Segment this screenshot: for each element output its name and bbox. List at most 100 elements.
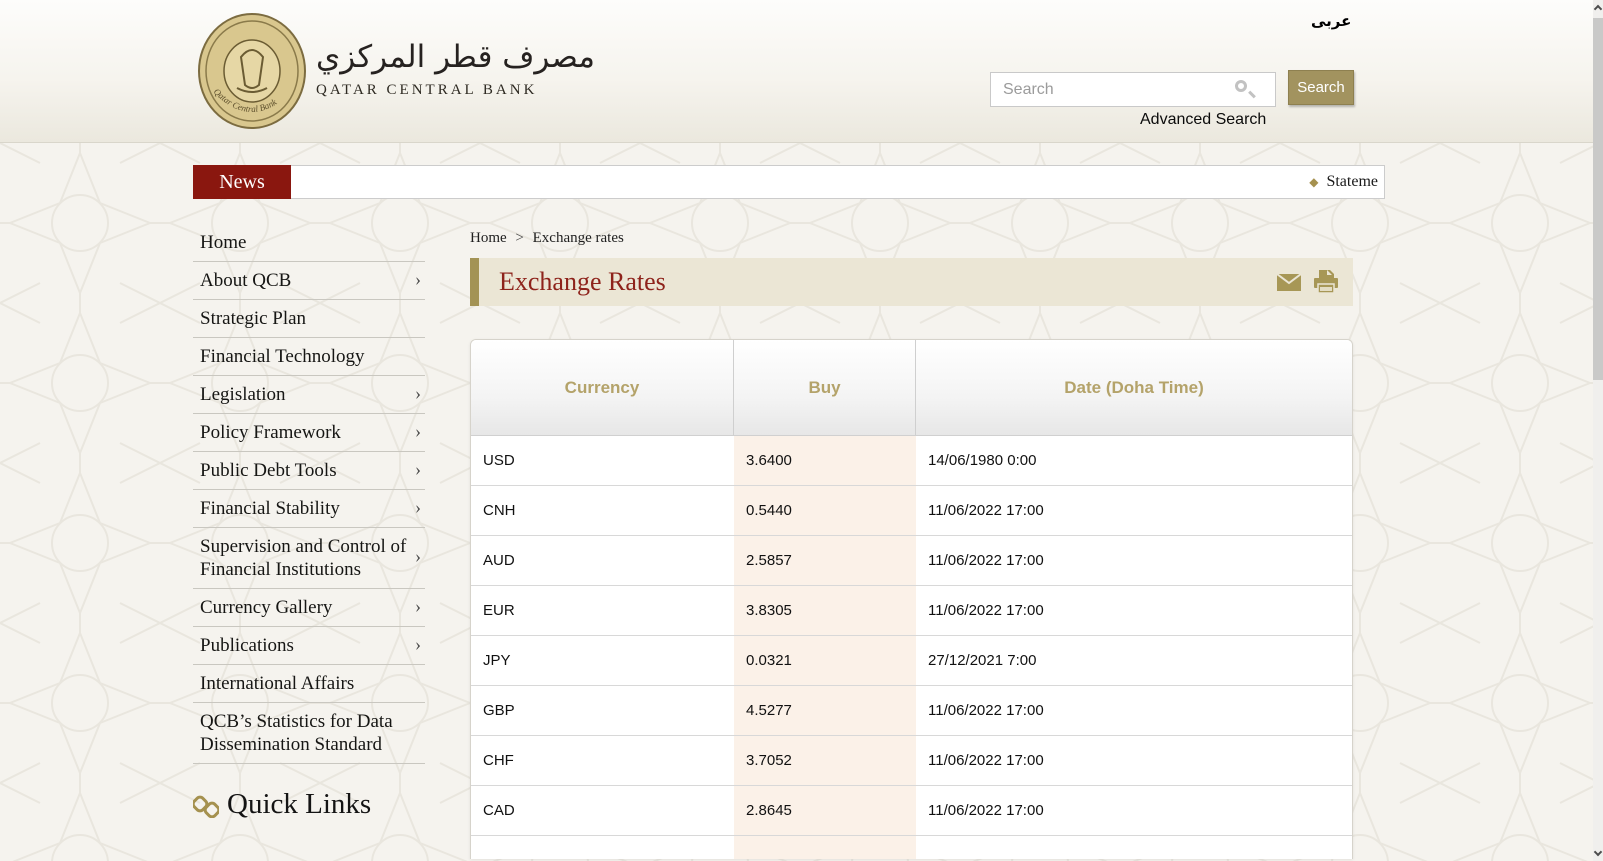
sidebar-item-public-debt-tools[interactable]: Public Debt Tools › <box>193 452 425 490</box>
sidebar-item-international-affairs[interactable]: International Affairs <box>193 665 425 703</box>
sidebar-item-legislation[interactable]: Legislation › <box>193 376 425 414</box>
sidebar-item-home[interactable]: Home <box>193 224 425 262</box>
logo-wordmark[interactable]: مصرف قطر المركزي QATAR CENTRAL BANK <box>316 36 595 99</box>
cell-buy: 2.8645 <box>734 786 916 835</box>
cell-date: 11/06/2022 17:00 <box>916 786 1352 835</box>
cell-date: 11/06/2022 17:00 <box>916 536 1352 585</box>
quick-links-heading[interactable]: Quick Links <box>193 788 425 821</box>
sidebar-item-label: QCB’s Statistics for Data Dissemination … <box>200 711 393 755</box>
cell-currency: CNH <box>471 486 734 535</box>
quick-links-label: Quick Links <box>227 788 371 821</box>
sidebar-item-label: Policy Framework <box>200 422 341 443</box>
cell-buy: 0.0321 <box>734 636 916 685</box>
news-ticker-bar: News ◆ Stateme <box>193 165 1385 199</box>
scrollbar-thumb[interactable] <box>1593 18 1603 380</box>
sidebar-item-label: Publications <box>200 635 294 656</box>
page-title-banner: Exchange Rates <box>470 258 1353 306</box>
sidebar-item-label: About QCB <box>200 270 291 291</box>
scroll-up-arrow-icon[interactable] <box>1594 5 1602 13</box>
cell-currency: AUD <box>471 536 734 585</box>
bank-name-english: QATAR CENTRAL BANK <box>316 82 595 99</box>
sidebar-item-label: Supervision and Control of Financial Ins… <box>200 536 406 580</box>
scroll-down-arrow-icon[interactable] <box>1594 848 1602 856</box>
site-header: Qatar Central Bank مصرف قطر المركزي QATA… <box>0 0 1593 143</box>
breadcrumb: Home > Exchange rates <box>470 230 1353 247</box>
cell-date: 14/06/1980 0:00 <box>916 436 1352 485</box>
cell-date: 27/12/2021 7:00 <box>916 636 1352 685</box>
arabic-language-link[interactable]: عربى <box>1311 12 1351 30</box>
bank-name-arabic: مصرف قطر المركزي <box>316 36 595 79</box>
cell-date <box>916 836 1352 859</box>
rates-table-body: USD3.640014/06/1980 0:00CNH0.544011/06/2… <box>471 436 1352 859</box>
column-header-date[interactable]: Date (Doha Time) <box>916 340 1352 435</box>
search-input[interactable] <box>990 72 1276 107</box>
sidebar-item-policy-framework[interactable]: Policy Framework › <box>193 414 425 452</box>
search-button[interactable]: Search <box>1288 70 1354 105</box>
diamond-bullet-icon: ◆ <box>1309 175 1318 190</box>
qcb-seal-logo[interactable]: Qatar Central Bank <box>197 12 307 131</box>
cell-currency: CHF <box>471 736 734 785</box>
chevron-right-icon: › <box>415 270 421 288</box>
column-header-buy[interactable]: Buy <box>734 340 916 435</box>
sidebar-item-label: Home <box>200 232 246 253</box>
sidebar-item-supervision-and-control-of-financial-institutions[interactable]: Supervision and Control of Financial Ins… <box>193 528 425 589</box>
cell-date: 11/06/2022 17:00 <box>916 486 1352 535</box>
chevron-right-icon: › <box>415 422 421 440</box>
sidebar-item-label: Currency Gallery <box>200 597 332 618</box>
table-row: AUD2.585711/06/2022 17:00 <box>471 536 1352 586</box>
news-ticker-item[interactable]: Stateme <box>1326 173 1378 191</box>
news-label: News <box>193 165 291 199</box>
cell-buy: 3.8305 <box>734 586 916 635</box>
vertical-scrollbar[interactable] <box>1593 0 1603 861</box>
sidebar-item-label: International Affairs <box>200 673 354 694</box>
cell-currency: JPY <box>471 636 734 685</box>
exchange-rates-table: Currency Buy Date (Doha Time) USD3.64001… <box>470 339 1353 859</box>
print-icon[interactable] <box>1313 270 1339 294</box>
sidebar-item-publications[interactable]: Publications› <box>193 627 425 665</box>
sidebar-item-financial-technology[interactable]: Financial Technology <box>193 338 425 376</box>
cell-buy: 3.7052 <box>734 736 916 785</box>
table-row: GBP4.527711/06/2022 17:00 <box>471 686 1352 736</box>
chevron-right-icon: › <box>415 498 421 516</box>
column-header-currency[interactable]: Currency <box>471 340 734 435</box>
cell-currency: CAD <box>471 786 734 835</box>
sidebar-item-label: Financial Technology <box>200 346 365 367</box>
cell-currency <box>471 836 734 859</box>
table-row: CHF3.705211/06/2022 17:00 <box>471 736 1352 786</box>
chevron-right-icon: › <box>415 547 421 565</box>
chevron-right-icon: › <box>415 384 421 402</box>
banner-accent-bar <box>470 258 479 306</box>
sidebar-item-label: Financial Stability <box>200 498 340 519</box>
news-ticker[interactable]: ◆ Stateme <box>291 165 1385 199</box>
sidebar-item-qcb-s-statistics-for-data-dissemination-standard[interactable]: QCB’s Statistics for Data Dissemination … <box>193 703 425 764</box>
table-row: EUR3.830511/06/2022 17:00 <box>471 586 1352 636</box>
sidebar-item-strategic-plan[interactable]: Strategic Plan <box>193 300 425 338</box>
sidebar-item-label: Legislation <box>200 384 285 405</box>
cell-buy <box>734 836 916 859</box>
chevron-right-icon: › <box>415 597 421 615</box>
sidebar-item-label: Strategic Plan <box>200 308 306 329</box>
cell-buy: 0.5440 <box>734 486 916 535</box>
page-title: Exchange Rates <box>499 267 666 297</box>
cell-currency: EUR <box>471 586 734 635</box>
sidebar-item-currency-gallery[interactable]: Currency Gallery › <box>193 589 425 627</box>
cell-buy: 2.5857 <box>734 536 916 585</box>
cell-buy: 4.5277 <box>734 686 916 735</box>
breadcrumb-current: Exchange rates <box>533 230 624 246</box>
cell-date: 11/06/2022 17:00 <box>916 686 1352 735</box>
table-row: CAD2.864511/06/2022 17:00 <box>471 786 1352 836</box>
breadcrumb-home[interactable]: Home <box>470 230 507 246</box>
table-header-row: Currency Buy Date (Doha Time) <box>471 340 1352 436</box>
sidebar-nav: Home About QCB › Strategic Plan Financial Te… <box>193 224 425 821</box>
cell-date: 11/06/2022 17:00 <box>916 736 1352 785</box>
email-icon[interactable] <box>1277 274 1301 291</box>
sidebar-item-label: Public Debt Tools <box>200 460 337 481</box>
cell-currency: GBP <box>471 686 734 735</box>
sidebar-item-about-qcb[interactable]: About QCB › <box>193 262 425 300</box>
table-row: CNH0.544011/06/2022 17:00 <box>471 486 1352 536</box>
sidebar-item-financial-stability[interactable]: Financial Stability › <box>193 490 425 528</box>
chevron-right-icon: › <box>415 460 421 478</box>
advanced-search-link[interactable]: Advanced Search <box>1140 111 1266 129</box>
cell-buy: 3.6400 <box>734 436 916 485</box>
cell-currency: USD <box>471 436 734 485</box>
